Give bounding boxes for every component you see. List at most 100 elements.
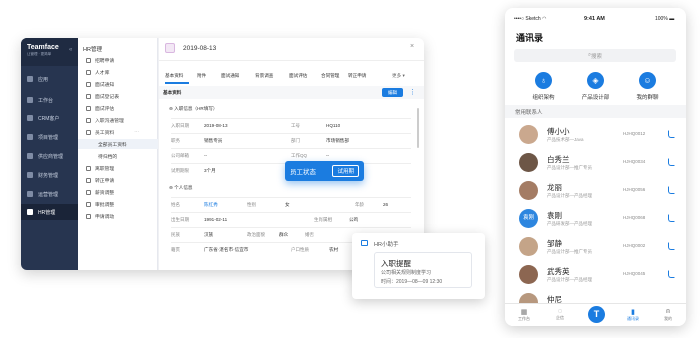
submenu-item[interactable]: 薪资调整	[86, 189, 114, 196]
nav-item-finance[interactable]: 财务管理	[21, 167, 78, 183]
workbench-icon: ▦	[520, 309, 528, 316]
field-value: 26	[383, 202, 389, 207]
finance-icon	[27, 172, 33, 178]
submenu-item[interactable]: 人才库	[86, 69, 109, 76]
contact-row[interactable]: 邹静 产品设计部—推广专员 HJHQ0002	[505, 233, 686, 261]
field-label: 民族	[171, 232, 180, 237]
section-header: 常用联系人	[505, 105, 686, 118]
tab-regularization[interactable]: 转正申请	[348, 73, 366, 79]
group-entry-header[interactable]: ⊖ 入职信息（HR填写）	[169, 106, 218, 112]
nav-item-suppliers[interactable]: 供应商管理	[21, 148, 78, 164]
tab-attachments[interactable]: 附件	[197, 73, 206, 79]
field-value: 广东省·湛名市·信宜市	[204, 247, 249, 252]
project-icon	[27, 134, 33, 140]
nav-item-projects[interactable]: 项目管理	[21, 129, 78, 145]
contact-row[interactable]: 白秀兰 产品设计部—推广专员 HJHQ0034	[505, 149, 686, 177]
quick-dept[interactable]: 产品设计部	[574, 93, 617, 101]
phone-icon[interactable]	[668, 186, 675, 194]
submenu-item[interactable]: 招聘申请	[86, 57, 114, 64]
submenu-item-staff[interactable]: 员工资料 ···	[86, 129, 139, 136]
tab-messages[interactable]: ◌ 企信	[549, 308, 571, 321]
field-label: 职务	[171, 138, 180, 143]
submenu-item[interactable]: 申请调动	[86, 213, 114, 220]
hr-assistant-notification[interactable]: HR小助手 入职提醒 公司相关规则制度学习 时间：2019—08—09 12:3…	[352, 233, 485, 299]
contact-code: HJHQ0002	[623, 243, 646, 248]
tab-more[interactable]: 更多 ▾	[392, 73, 405, 79]
phone-icon[interactable]	[668, 214, 675, 222]
field-label: 工作QQ	[291, 153, 308, 158]
notification-body: 入职提醒 公司相关规则制度学习 时间：2019—08—09 12:30	[374, 252, 472, 288]
tab-interview-evaluation[interactable]: 面试评估	[289, 73, 307, 79]
field-label: 籍贯	[171, 247, 180, 252]
tab-interview-notice[interactable]: 面试通知	[221, 73, 239, 79]
submenu-item-all-staff[interactable]: 全部员工资料	[78, 139, 158, 149]
phone-icon[interactable]	[668, 130, 675, 138]
alphabet-index[interactable]: ABCDEFGHIJKLMNOPQRSTUVWXYZ#	[678, 141, 686, 290]
field-label: 婚否	[305, 232, 314, 237]
avatar	[519, 293, 538, 303]
contact-row[interactable]: 龙丽 产品设计部—产品经理 HJHQ0056	[505, 177, 686, 205]
contact-desc: 产品技术部—Java	[547, 137, 584, 142]
tab-contacts[interactable]: ▮ 通讯录	[622, 308, 644, 322]
tab-workbench[interactable]: ▦ 工作台	[513, 308, 535, 322]
contact-row[interactable]: 傅小小 产品技术部—Java HJHQ0012	[505, 121, 686, 149]
org-chart-icon[interactable]: ♁	[535, 72, 552, 89]
contact-row[interactable]: 袁刚 袁刚 产品研发部—产品经理 HJHQ0068	[505, 205, 686, 233]
field-value: 农村	[329, 247, 339, 252]
field-value: 1991-02-11	[204, 217, 228, 222]
nav-item-apps[interactable]: 应用	[21, 71, 78, 87]
quick-groups[interactable]: 我的群聊	[626, 93, 669, 101]
scrollbar[interactable]	[417, 108, 419, 148]
contact-code: HJHQ0056	[623, 187, 646, 192]
avatar	[519, 237, 538, 256]
phone-icon[interactable]	[668, 158, 675, 166]
phone-icon[interactable]	[668, 242, 675, 250]
field-value-name[interactable]: 陈红秀	[204, 202, 218, 208]
workbench-icon	[27, 97, 33, 103]
tab-background-check[interactable]: 背景调查	[255, 73, 273, 79]
nav-item-crm[interactable]: CRM客户	[21, 110, 78, 126]
contact-row[interactable]: 武秀英 产品设计部—产品经理 HJHQ0045	[505, 261, 686, 289]
submenu-item[interactable]: 转正申请	[86, 177, 114, 184]
apps-icon	[27, 76, 33, 82]
submenu-item-pending[interactable]: 待归档的	[98, 153, 117, 160]
nav-item-operations[interactable]: 运营管理	[21, 186, 78, 202]
contact-name: 邹静	[547, 239, 562, 248]
contact-name: 龙丽	[547, 183, 562, 192]
submenu-item[interactable]: 面试登记表	[86, 93, 119, 100]
avatar	[519, 181, 538, 200]
field-value: --	[204, 153, 208, 158]
submenu-item[interactable]: 面试通知	[86, 81, 114, 88]
status-carrier: ••••○ Sketch ◠	[514, 16, 547, 22]
field-value: 2019-08-13	[204, 123, 228, 128]
more-options-icon[interactable]: ⋮	[409, 88, 416, 96]
submenu-item[interactable]: 离职管理	[86, 165, 114, 172]
field-label: 户口性质	[291, 247, 309, 252]
field-value: 3个月	[204, 168, 216, 173]
tab-profile[interactable]: ⍝ 我的	[657, 308, 679, 322]
contact-row[interactable]: 仲尼	[505, 289, 686, 303]
submenu-item[interactable]: 审批调整	[86, 201, 114, 208]
quick-org[interactable]: 组织架构	[522, 93, 565, 101]
edit-button[interactable]: 编辑	[382, 88, 403, 97]
status-battery: 100% ▬	[655, 16, 675, 22]
avatar	[519, 153, 538, 172]
crm-icon	[27, 115, 33, 121]
avatar	[519, 125, 538, 144]
submenu-item[interactable]: 入职沟通管理	[86, 117, 124, 124]
group-chat-icon[interactable]: ☺	[639, 72, 656, 89]
department-icon[interactable]: ◈	[587, 72, 604, 89]
person-icon	[165, 43, 175, 53]
tab-basic[interactable]: 基本资料	[165, 73, 183, 79]
submenu-item[interactable]: 面试评估	[86, 105, 114, 112]
collapse-icon[interactable]: «	[69, 47, 72, 53]
phone-icon[interactable]	[668, 270, 675, 278]
close-icon[interactable]: ×	[410, 43, 414, 50]
tab-contracts[interactable]: 合同管理	[321, 73, 339, 79]
nav-item-hr[interactable]: HR管理	[21, 204, 78, 220]
nav-item-workbench[interactable]: 工作台	[21, 92, 78, 108]
center-app-button[interactable]: T	[588, 306, 605, 323]
group-personal-header[interactable]: ⊖ 个人信息	[169, 185, 193, 191]
search-input[interactable]: ⌕ 搜索	[514, 49, 676, 62]
status-time: 9:41 AM	[584, 16, 605, 22]
